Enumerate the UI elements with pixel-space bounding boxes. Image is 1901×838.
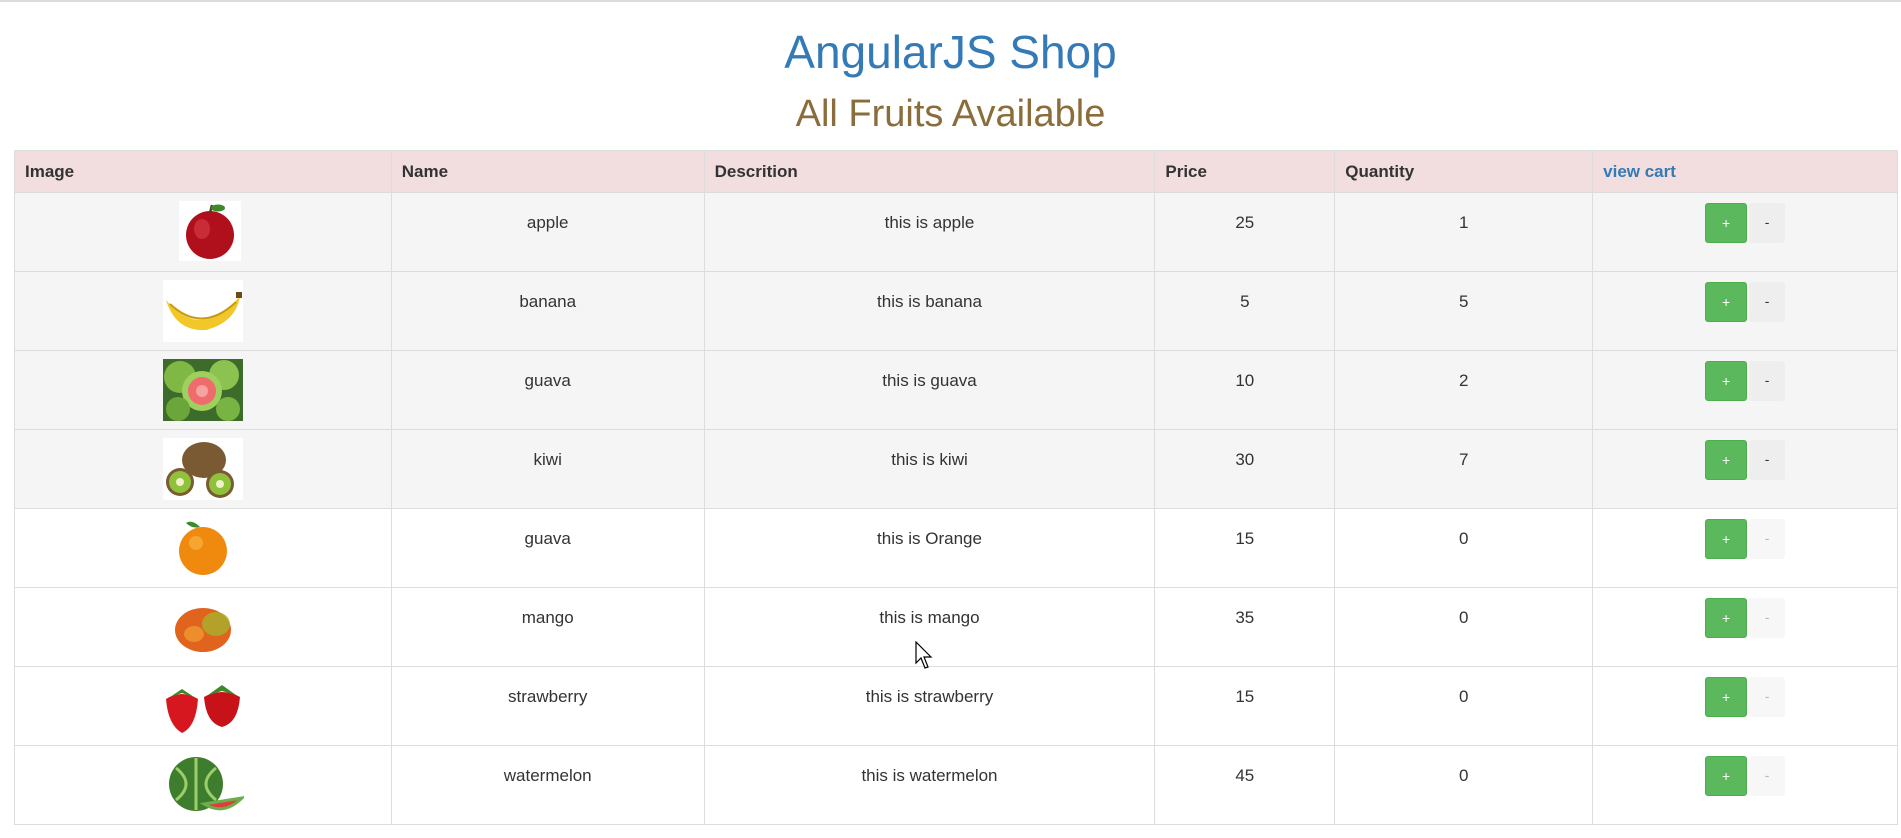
add-quantity-button[interactable]: + [1705,519,1748,559]
price-cell: 15 [1154,666,1336,746]
banana-image [162,280,243,342]
image-cell [14,271,392,351]
remove-quantity-button: - [1749,519,1786,559]
view-cart-link[interactable]: view cart [1603,162,1676,181]
quantity-cell: 0 [1334,508,1594,588]
add-quantity-button[interactable]: + [1705,440,1748,480]
table-header-row: Image Name Descrition Price Quantity vie… [14,150,1898,193]
fruits-table: Image Name Descrition Price Quantity vie… [14,150,1898,825]
quantity-cell: 2 [1334,350,1594,430]
price-cell: 45 [1154,745,1336,825]
price-cell: 10 [1154,350,1336,430]
name-cell: kiwi [390,429,705,509]
remove-quantity-button[interactable]: - [1749,440,1786,480]
table-row: watermelon this is watermelon 45 0 + - [14,745,1898,825]
quantity-cell: 7 [1334,429,1594,509]
page-title: AngularJS Shop [784,26,1117,78]
remove-quantity-button: - [1749,598,1786,638]
quantity-cell: 0 [1334,666,1594,746]
kiwi-image [162,438,243,500]
table-row: mango this is mango 35 0 + - [14,587,1898,667]
actions-cell: + - [1592,508,1898,588]
description-cell: this is watermelon [703,745,1156,825]
header-quantity: Quantity [1334,150,1594,193]
table-row: apple this is apple 25 1 + - [14,192,1898,272]
name-cell: guava [390,508,705,588]
quantity-cell: 0 [1334,745,1594,825]
image-cell [14,192,392,272]
description-cell: this is Orange [703,508,1156,588]
add-quantity-button[interactable]: + [1705,203,1748,243]
image-cell [14,666,392,746]
top-rule [0,0,1901,2]
remove-quantity-button: - [1749,677,1786,717]
guava-image [162,359,243,421]
add-quantity-button[interactable]: + [1705,361,1748,401]
watermelon-image [168,757,244,811]
image-cell [14,745,392,825]
header-image: Image [14,150,392,193]
add-quantity-button[interactable]: + [1705,677,1748,717]
table-row: kiwi this is kiwi 30 7 + - [14,429,1898,509]
add-quantity-button[interactable]: + [1705,598,1748,638]
image-cell [14,350,392,430]
description-cell: this is apple [703,192,1156,272]
add-quantity-button[interactable]: + [1705,756,1748,796]
mouse-cursor-icon [915,641,933,669]
price-cell: 35 [1154,587,1336,667]
remove-quantity-button[interactable]: - [1749,203,1786,243]
image-cell [14,508,392,588]
image-cell [14,429,392,509]
strawberry-image [165,685,240,733]
remove-quantity-button: - [1749,756,1786,796]
apple-image [178,201,241,261]
price-cell: 30 [1154,429,1336,509]
price-cell: 25 [1154,192,1336,272]
table-row: guava this is guava 10 2 + - [14,350,1898,430]
actions-cell: + - [1592,271,1898,351]
remove-quantity-button[interactable]: - [1749,361,1786,401]
actions-cell: + - [1592,350,1898,430]
add-quantity-button[interactable]: + [1705,282,1748,322]
remove-quantity-button[interactable]: - [1749,282,1786,322]
page-subtitle: All Fruits Available [795,93,1106,135]
description-cell: this is guava [703,350,1156,430]
actions-cell: + - [1592,587,1898,667]
actions-cell: + - [1592,429,1898,509]
image-cell [14,587,392,667]
actions-cell: + - [1592,666,1898,746]
name-cell: apple [390,192,705,272]
description-cell: this is kiwi [703,429,1156,509]
price-cell: 5 [1154,271,1336,351]
quantity-cell: 1 [1334,192,1594,272]
orange-image [178,521,227,575]
table-row: guava this is Orange 15 0 + - [14,508,1898,588]
name-cell: watermelon [390,745,705,825]
mango-image [174,608,231,652]
actions-cell: + - [1592,745,1898,825]
header-view-cart: view cart [1592,150,1898,193]
header-description: Descrition [703,150,1156,193]
table-row: banana this is banana 5 5 + - [14,271,1898,351]
description-cell: this is banana [703,271,1156,351]
name-cell: guava [390,350,705,430]
header-price: Price [1154,150,1336,193]
name-cell: banana [390,271,705,351]
description-cell: this is strawberry [703,666,1156,746]
table-row: strawberry this is strawberry 15 0 + - [14,666,1898,746]
name-cell: strawberry [390,666,705,746]
name-cell: mango [390,587,705,667]
price-cell: 15 [1154,508,1336,588]
quantity-cell: 5 [1334,271,1594,351]
header-name: Name [390,150,705,193]
quantity-cell: 0 [1334,587,1594,667]
actions-cell: + - [1592,192,1898,272]
